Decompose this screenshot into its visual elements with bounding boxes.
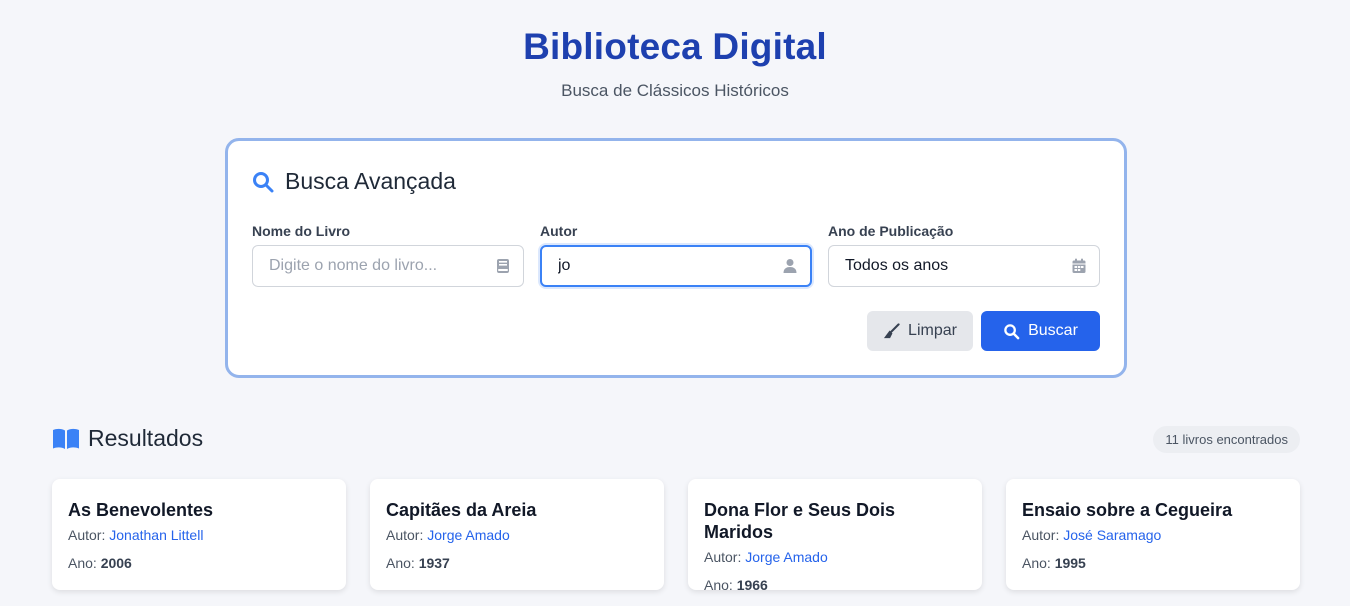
book-year: 1937 (418, 555, 450, 571)
results-list: As Benevolentes Autor: Jonathan Littell … (52, 479, 1300, 593)
year-prefix: Ano: (68, 555, 97, 571)
author-prefix: Autor: (1022, 527, 1060, 543)
book-name-input[interactable] (253, 246, 523, 286)
book-author-link[interactable]: Jonathan Littell (109, 527, 203, 543)
results-heading: Resultados (52, 425, 203, 452)
book-author-line: Autor: José Saramago (1022, 527, 1284, 543)
year-label: Ano de Publicação (828, 223, 954, 239)
author-input-wrapper (540, 245, 812, 287)
author-prefix: Autor: (704, 549, 742, 565)
book-author-line: Autor: Jonathan Littell (68, 527, 330, 543)
search-panel-heading: Busca Avançada (251, 168, 456, 195)
book-year: 2006 (100, 555, 132, 571)
author-prefix: Autor: (68, 527, 106, 543)
clear-button[interactable]: Limpar (867, 311, 973, 351)
author-input[interactable] (542, 247, 810, 285)
book-year-line: Ano: 1937 (386, 555, 648, 571)
book-author-link[interactable]: Jorge Amado (745, 549, 828, 565)
book-card[interactable]: Capitães da Areia Autor: Jorge Amado Ano… (370, 479, 664, 590)
user-icon (782, 258, 798, 274)
year-prefix: Ano: (1022, 555, 1051, 571)
author-label: Autor (540, 223, 578, 239)
book-author-link[interactable]: José Saramago (1063, 527, 1161, 543)
search-icon (251, 170, 275, 194)
book-title: Capitães da Areia (386, 500, 537, 520)
results-count-badge: 11 livros encontrados (1153, 426, 1300, 453)
book-title: Ensaio sobre a Cegueira (1022, 500, 1233, 520)
book-year: 1995 (1054, 555, 1086, 571)
book-year: 1966 (736, 577, 768, 593)
broom-icon (883, 322, 900, 340)
book-name-label: Nome do Livro (252, 223, 351, 239)
book-name-field: Nome do Livro (252, 223, 524, 287)
search-panel-title: Busca Avançada (285, 168, 456, 194)
author-prefix: Autor: (386, 527, 424, 543)
year-field: Ano de Publicação Todos os anos (828, 223, 1100, 287)
book-card[interactable]: Dona Flor e Seus Dois Maridos Autor: Jor… (688, 479, 982, 593)
open-book-icon (52, 427, 80, 451)
search-button-label: Buscar (1028, 322, 1078, 339)
year-prefix: Ano: (704, 577, 733, 593)
book-title: As Benevolentes (68, 500, 214, 520)
book-card[interactable]: As Benevolentes Autor: Jonathan Littell … (52, 479, 346, 590)
year-selected-value: Todos os anos (845, 257, 949, 274)
page-header: Biblioteca Digital Busca de Clássicos Hi… (0, 0, 1350, 101)
author-field: Autor (540, 223, 812, 287)
book-icon (495, 258, 511, 274)
calendar-icon (1071, 258, 1087, 274)
page-title: Biblioteca Digital (523, 26, 827, 67)
book-year-line: Ano: 1995 (1022, 555, 1284, 571)
search-button[interactable]: Buscar (981, 311, 1100, 351)
book-year-line: Ano: 2006 (68, 555, 330, 571)
results-title: Resultados (88, 425, 204, 451)
clear-button-label: Limpar (908, 322, 957, 339)
book-card[interactable]: Ensaio sobre a Cegueira Autor: José Sara… (1006, 479, 1300, 590)
year-select[interactable]: Todos os anos (828, 245, 1100, 287)
book-year-line: Ano: 1966 (704, 577, 966, 593)
search-icon (1003, 323, 1020, 340)
advanced-search-panel: Busca Avançada Nome do Livro Autor Ano d… (225, 138, 1127, 378)
book-name-input-wrapper (252, 245, 524, 287)
book-author-link[interactable]: Jorge Amado (427, 527, 510, 543)
book-author-line: Autor: Jorge Amado (704, 549, 966, 565)
book-title: Dona Flor e Seus Dois Maridos (704, 500, 896, 542)
page-subtitle: Busca de Clássicos Históricos (561, 81, 789, 100)
book-author-line: Autor: Jorge Amado (386, 527, 648, 543)
year-prefix: Ano: (386, 555, 415, 571)
